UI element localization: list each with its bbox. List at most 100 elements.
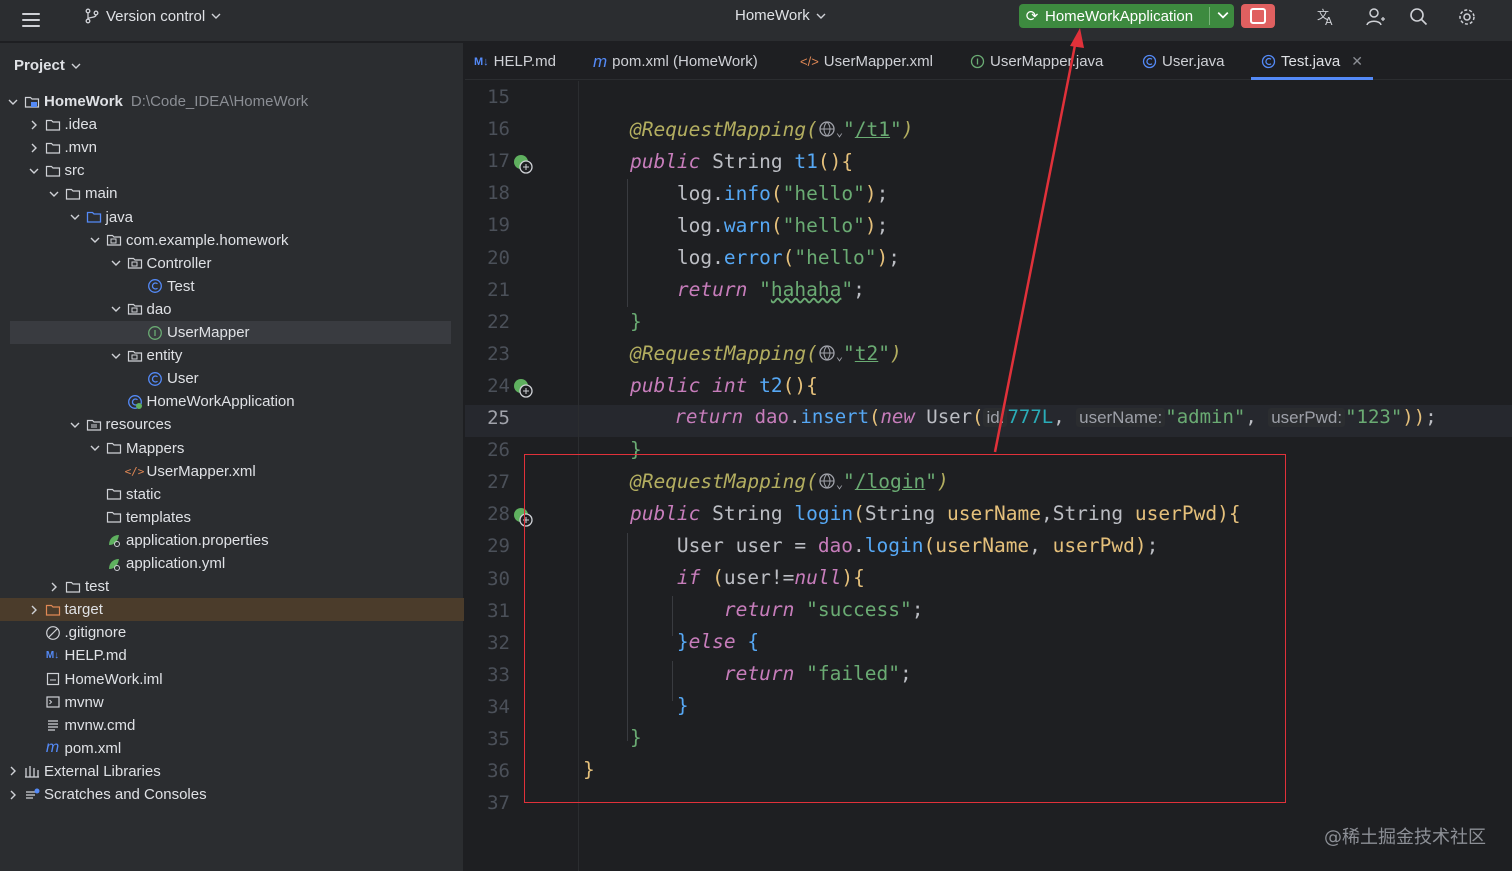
tree-item[interactable]: HomeWorkApplication: [0, 390, 464, 413]
tree-item[interactable]: M↓ HELP.md: [0, 644, 464, 667]
spring-request-mapping-icon[interactable]: [513, 507, 533, 527]
tab-test-java[interactable]: Test.java ✕: [1251, 43, 1373, 80]
tree-item[interactable]: Controller: [0, 252, 464, 275]
tree-item-label: .gitignore: [64, 624, 127, 642]
project-switcher[interactable]: HomeWork: [735, 7, 826, 24]
tree-item[interactable]: UserMapper: [10, 321, 451, 344]
tree-item[interactable]: </> UserMapper.xml: [0, 460, 464, 483]
code-line-23: @RequestMapping(⌄"t2"): [629, 342, 902, 365]
tree-item[interactable]: application.yml: [0, 552, 464, 575]
globe-icon[interactable]: [818, 472, 836, 490]
chevron-down-icon[interactable]: [109, 349, 123, 363]
tree-item[interactable]: static: [0, 483, 464, 506]
chevron-down-icon[interactable]: [68, 418, 82, 432]
tree-item-label: entity: [146, 347, 183, 365]
package-icon: [127, 301, 143, 317]
main-menu-icon[interactable]: [20, 6, 42, 34]
tree-item[interactable]: test: [0, 575, 464, 598]
code-line-35: }: [629, 726, 642, 749]
tab-pom-xml[interactable]: m pom.xml (HomeWork): [593, 43, 758, 80]
source-folder-icon: [86, 209, 102, 225]
chevron-down-icon[interactable]: [6, 95, 20, 109]
tree-item[interactable]: .mvn: [0, 136, 464, 159]
chevron-right-icon[interactable]: [47, 580, 61, 594]
tab-help-md[interactable]: M↓ HELP.md: [474, 43, 556, 80]
code-editor[interactable]: 15 16 17 18 19 20 21 22 23 24 25 26 27 28 29 30 31 32 33 34…: [465, 81, 1512, 871]
project-title: HomeWork: [735, 7, 810, 24]
spring-request-mapping-icon[interactable]: [513, 378, 533, 398]
tab-usermapper-xml[interactable]: </> UserMapper.xml: [800, 43, 933, 80]
close-icon[interactable]: ✕: [1351, 53, 1363, 70]
line-number: 25: [487, 407, 510, 429]
tree-item[interactable]: java: [0, 206, 464, 229]
tree-item[interactable]: templates: [0, 506, 464, 529]
tree-item[interactable]: Scratches and Consoles: [0, 783, 464, 806]
stop-button[interactable]: [1241, 4, 1275, 28]
tab-label: User.java: [1162, 53, 1225, 70]
spring-request-mapping-icon[interactable]: [513, 154, 533, 174]
chevron-right-icon[interactable]: [27, 118, 41, 132]
gear-icon[interactable]: [1456, 6, 1478, 28]
chevron-down-icon[interactable]: [68, 210, 82, 224]
chevron-down-icon[interactable]: [47, 187, 61, 201]
tree-item[interactable]: entity: [0, 344, 464, 367]
tree-item[interactable]: .idea: [0, 113, 464, 136]
tree-item[interactable]: HomeWork.iml: [0, 668, 464, 691]
chevron-down-icon[interactable]: [109, 302, 123, 316]
tree-root[interactable]: HomeWork D:\Code_IDEA\HomeWork: [0, 90, 464, 113]
version-control-button[interactable]: Version control: [84, 7, 221, 25]
maven-icon: m: [593, 51, 608, 71]
tree-item[interactable]: User: [0, 367, 464, 390]
project-view-selector[interactable]: Project: [14, 57, 81, 74]
chevron-right-icon[interactable]: [27, 603, 41, 617]
chevron-right-icon[interactable]: [6, 788, 20, 802]
globe-icon[interactable]: [818, 120, 836, 138]
line-number: 27: [487, 471, 510, 494]
user-icon[interactable]: [1364, 6, 1386, 28]
tree-item[interactable]: External Libraries: [0, 760, 464, 783]
chevron-down-icon[interactable]: [109, 256, 123, 270]
shell-script-icon: [45, 694, 61, 710]
interface-icon: [970, 54, 985, 69]
search-icon[interactable]: [1408, 6, 1430, 28]
globe-icon[interactable]: [818, 344, 836, 362]
tab-usermapper-java[interactable]: UserMapper.java: [970, 43, 1103, 80]
tree-item[interactable]: Mappers: [0, 437, 464, 460]
tree-item-label: application.properties: [126, 531, 269, 549]
tree-item[interactable]: mvnw.cmd: [0, 714, 464, 737]
tree-item[interactable]: resources: [0, 413, 464, 436]
chevron-down-icon[interactable]: [88, 233, 102, 247]
parameter-hint: userName:: [1076, 408, 1166, 427]
translate-icon[interactable]: 文A: [1315, 6, 1337, 28]
chevron-right-icon[interactable]: [6, 764, 20, 778]
chevron-down-icon[interactable]: [27, 164, 41, 178]
tree-item[interactable]: mvnw: [0, 691, 464, 714]
chevron-down-icon[interactable]: [88, 441, 102, 455]
chevron-down-icon[interactable]: [1217, 9, 1229, 21]
code-line-27: @RequestMapping(⌄"/login"): [629, 470, 949, 493]
chevron-right-icon[interactable]: [27, 141, 41, 155]
tree-item[interactable]: .gitignore: [0, 621, 464, 644]
line-number: 16: [487, 118, 510, 141]
tree-item[interactable]: com.example.homework: [0, 229, 464, 252]
tree-item[interactable]: main: [0, 182, 464, 205]
tree-item[interactable]: m pom.xml: [0, 737, 464, 760]
tree-item[interactable]: Test: [0, 275, 464, 298]
separator: [1209, 7, 1210, 25]
tree-item[interactable]: target: [0, 598, 464, 622]
project-tool-window: Project HomeWork D:\Code_IDEA\HomeWork .id…: [0, 43, 464, 871]
line-number: 30: [487, 567, 510, 590]
line-number: 26: [487, 439, 510, 462]
folder-icon: [106, 440, 122, 456]
gitignore-icon: [45, 625, 61, 641]
tab-user-java[interactable]: User.java: [1142, 43, 1225, 80]
tree-item[interactable]: dao: [0, 298, 464, 321]
code-line-16: @RequestMapping(⌄"/t1"): [629, 118, 914, 141]
run-configuration-button[interactable]: ⟳ HomeWorkApplication: [1019, 4, 1234, 28]
tree-item-label: mvnw.cmd: [64, 716, 136, 734]
code-line-26: }: [629, 438, 642, 461]
tree-item[interactable]: src: [0, 159, 464, 182]
tree-item[interactable]: application.properties: [0, 529, 464, 552]
